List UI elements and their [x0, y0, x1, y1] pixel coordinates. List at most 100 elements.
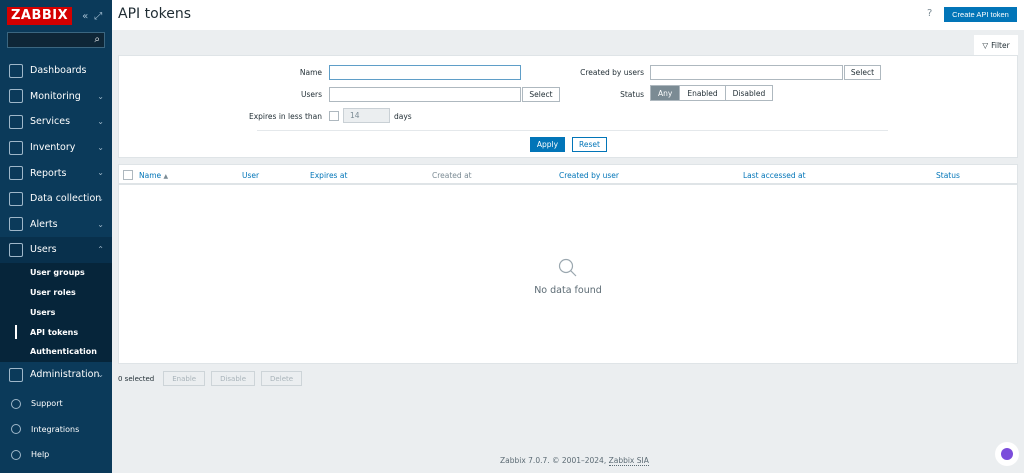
nav-item-monitoring[interactable]: Monitoring ⌄ [0, 84, 112, 110]
disable-button[interactable]: Disable [211, 371, 256, 386]
nav-item-data-collection[interactable]: Data collection ⌄ [0, 186, 112, 212]
nav-label: Help [31, 450, 50, 460]
col-user[interactable]: User [242, 171, 259, 180]
bell-icon [9, 217, 23, 232]
status-disabled[interactable]: Disabled [725, 86, 773, 100]
created-by-select-button[interactable]: Select [844, 65, 881, 80]
select-all-checkbox[interactable] [123, 170, 133, 180]
nav-item-users[interactable]: Users ⌃ [0, 237, 112, 263]
users-label: Users [300, 90, 322, 99]
col-created-by-user[interactable]: Created by user [559, 171, 619, 180]
name-input[interactable] [329, 65, 521, 80]
sidebar-controls: « ⤢ [82, 11, 102, 22]
status-any[interactable]: Any [651, 86, 681, 100]
main-nav: Dashboards Monitoring ⌄ Services ⌄ Inven… [0, 58, 112, 387]
nav-label: Integrations [31, 424, 80, 434]
reports-icon [9, 166, 23, 181]
dashboard-icon [9, 63, 23, 78]
nav-item-reports[interactable]: Reports ⌄ [0, 160, 112, 186]
page-header: API tokens ? Create API token [112, 0, 1024, 30]
help-icon [11, 449, 21, 460]
nav-item-dashboards[interactable]: Dashboards [0, 58, 112, 84]
days-input[interactable]: 14 [343, 108, 390, 123]
search-icon[interactable]: ⌕ [94, 34, 100, 45]
apply-button[interactable]: Apply [530, 137, 565, 152]
expires-label: Expires in less than [248, 112, 322, 121]
nav-item-help[interactable]: Help [0, 442, 112, 468]
sub-item-users[interactable]: Users [0, 302, 112, 322]
chevron-down-icon: ⌄ [97, 168, 104, 178]
nav-item-integrations[interactable]: Integrations [0, 417, 112, 443]
nav-label: Administration [30, 369, 100, 381]
nav-label: Users [30, 244, 57, 256]
sidebar-search-input[interactable]: ⌕ [7, 32, 105, 48]
assistant-dot [1001, 448, 1013, 460]
enable-button[interactable]: Enable [163, 371, 206, 386]
sub-item-api-tokens[interactable]: API tokens [0, 322, 112, 342]
nav-item-administration[interactable]: Administration ⌄ [0, 362, 112, 388]
mass-actions: 0 selected Enable Disable Delete [118, 371, 308, 386]
nav-label: Alerts [30, 218, 58, 230]
sidebar: ZABBIX « ⤢ ⌕ Dashboards Monitoring ⌄ Ser… [0, 0, 112, 473]
nav-label: Services [30, 116, 71, 128]
expand-icon[interactable]: ⤢ [94, 11, 102, 22]
sort-asc-icon: ▲ [163, 173, 169, 180]
col-status[interactable]: Status [936, 171, 960, 180]
status-label: Status [620, 90, 644, 99]
users-icon [9, 242, 23, 257]
create-api-token-button[interactable]: Create API token [944, 7, 1017, 22]
chevron-down-icon: ⌄ [97, 91, 104, 101]
users-select-button[interactable]: Select [522, 87, 560, 102]
status-enabled[interactable]: Enabled [680, 86, 726, 100]
zabbix-logo[interactable]: ZABBIX [7, 7, 73, 25]
double-chevron-left-icon[interactable]: « [82, 11, 88, 22]
users-input[interactable] [329, 87, 521, 102]
nav-label: Inventory [30, 142, 76, 154]
nav-label: Reports [30, 167, 67, 179]
nav-label: Monitoring [30, 90, 81, 102]
chevron-down-icon: ⌄ [97, 117, 104, 127]
delete-button[interactable]: Delete [261, 371, 303, 386]
copyright: Zabbix 7.0.7. © 2001–2024, Zabbix SIA [500, 456, 649, 466]
filter-divider [257, 130, 888, 131]
no-data-search-icon [558, 258, 577, 277]
copyright-text: Zabbix 7.0.7. © 2001–2024, [500, 456, 609, 465]
monitor-icon [9, 89, 23, 104]
headset-icon [11, 398, 21, 409]
chevron-down-icon: ⌄ [97, 142, 104, 152]
col-name[interactable]: Name ▲ [139, 171, 168, 180]
nav-label: Data collection [30, 193, 102, 205]
table-header: Name ▲ User Expires at Created at Create… [119, 165, 1017, 185]
page-title: API tokens [118, 6, 192, 22]
created-by-label: Created by users [580, 68, 644, 77]
filter-tab[interactable]: ▽ Filter [974, 35, 1018, 55]
chevron-up-icon: ⌃ [97, 245, 104, 255]
bottom-nav: Support Integrations Help [0, 391, 112, 468]
api-tokens-table: Name ▲ User Expires at Created at Create… [118, 164, 1018, 364]
services-icon [9, 114, 23, 129]
help-icon[interactable]: ? [927, 8, 932, 19]
nav-label: Support [31, 399, 63, 409]
chevron-down-icon: ⌄ [97, 369, 104, 379]
no-data-text: No data found [534, 285, 602, 296]
inventory-icon [9, 140, 23, 155]
nav-item-services[interactable]: Services ⌄ [0, 109, 112, 135]
created-by-input[interactable] [650, 65, 843, 80]
sub-item-user-roles[interactable]: User roles [0, 283, 112, 303]
chevron-down-icon: ⌄ [97, 193, 104, 203]
logo-row: ZABBIX « ⤢ [0, 0, 112, 32]
nav-item-inventory[interactable]: Inventory ⌄ [0, 135, 112, 161]
assistant-icon[interactable] [995, 442, 1019, 466]
company-link[interactable]: Zabbix SIA [608, 456, 649, 466]
expires-checkbox[interactable] [329, 111, 339, 121]
nav-label: Dashboards [30, 65, 87, 77]
col-last-accessed-at[interactable]: Last accessed at [743, 171, 806, 180]
reset-button[interactable]: Reset [572, 137, 607, 152]
sub-item-user-groups[interactable]: User groups [0, 263, 112, 283]
sub-item-authentication[interactable]: Authentication [0, 342, 112, 362]
nav-item-alerts[interactable]: Alerts ⌄ [0, 212, 112, 238]
col-expires-at[interactable]: Expires at [310, 171, 347, 180]
nav-item-support[interactable]: Support [0, 391, 112, 417]
data-collection-icon [9, 191, 23, 206]
days-label: days [394, 112, 412, 121]
